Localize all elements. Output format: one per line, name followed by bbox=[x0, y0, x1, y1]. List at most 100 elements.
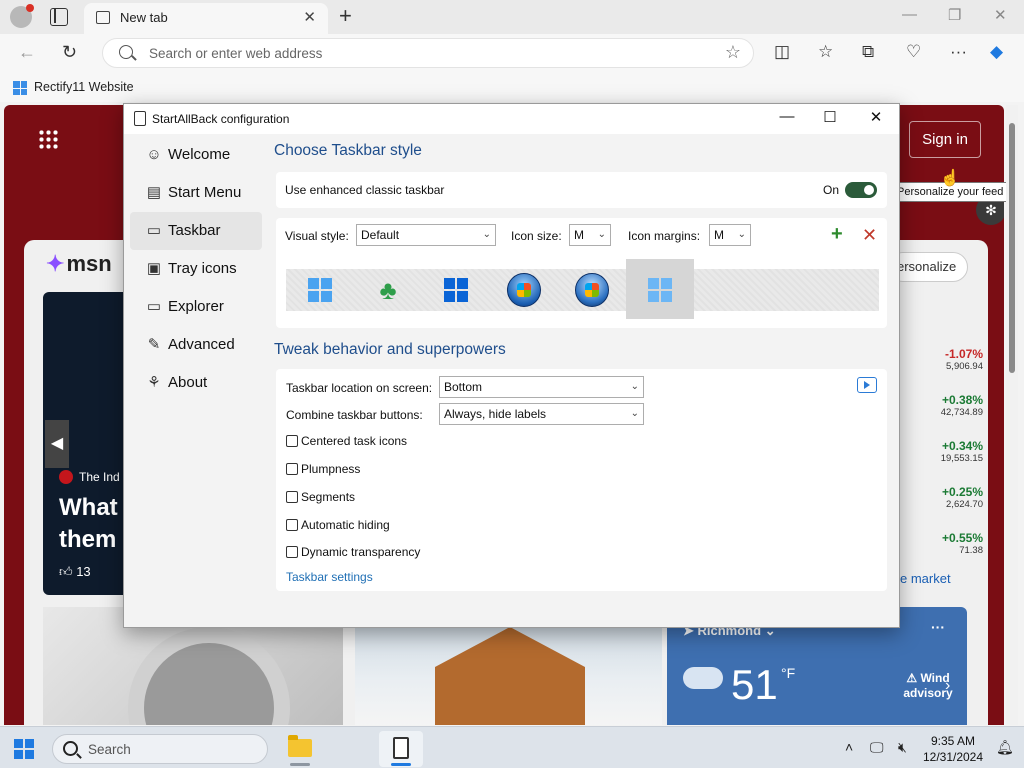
tweak-panel: Taskbar location on screen: Bottom ⌄ Comb… bbox=[276, 369, 887, 591]
market-row[interactable]: +0.38% 42,734.89 bbox=[899, 393, 983, 418]
collections-icon[interactable]: ⧉ bbox=[862, 42, 874, 62]
favorites-icon[interactable]: ☆ bbox=[818, 42, 833, 62]
favorite-star-icon[interactable]: ☆ bbox=[725, 42, 741, 63]
copilot-icon[interactable]: ◆ bbox=[990, 42, 1003, 62]
nav-item-welcome[interactable]: ☺ Welcome bbox=[130, 136, 262, 174]
icon-size-label: Icon size: bbox=[511, 229, 562, 243]
browser-essentials-icon[interactable]: ♡ bbox=[906, 42, 921, 62]
icon-margins-select[interactable]: M ⌄ bbox=[709, 224, 751, 246]
close-window-icon[interactable]: ✕ bbox=[994, 6, 1007, 24]
see-market-link[interactable]: e market bbox=[900, 571, 951, 586]
auto-hide-checkbox[interactable] bbox=[286, 519, 298, 531]
startallback-taskbar-button[interactable] bbox=[379, 731, 423, 767]
dynamic-transparency-checkbox[interactable] bbox=[286, 546, 298, 558]
visual-style-select[interactable]: Default ⌄ bbox=[356, 224, 496, 246]
nav-item-explorer[interactable]: ▭ Explorer bbox=[130, 288, 262, 326]
windows-7-orb-style[interactable] bbox=[490, 269, 558, 311]
msn-logo-text: msn bbox=[66, 251, 112, 276]
sign-in-button[interactable]: Sign in bbox=[909, 121, 981, 158]
dialog-titlebar[interactable]: StartAllBack configuration — ☐ ✕ bbox=[124, 104, 899, 134]
checkbox-label[interactable]: Plumpness bbox=[301, 462, 360, 476]
icon-size-select[interactable]: M ⌄ bbox=[569, 224, 611, 246]
clock-time: 9:35 AM bbox=[930, 734, 976, 748]
msn-logo[interactable]: ✦msn bbox=[46, 251, 112, 277]
weather-alert[interactable]: ⚠ Wind advisory bbox=[889, 671, 967, 701]
combine-select[interactable]: Always, hide labels ⌄ bbox=[439, 403, 644, 425]
centered-icons-checkbox[interactable] bbox=[286, 435, 298, 447]
dialog-close-icon[interactable]: ✕ bbox=[861, 108, 891, 126]
tab-close-icon[interactable]: ✕ bbox=[303, 8, 316, 26]
story-source-label: The Ind bbox=[79, 470, 120, 484]
windows-10-logo-icon bbox=[308, 278, 332, 302]
dialog-title: StartAllBack configuration bbox=[152, 112, 290, 126]
tab-actions-icon[interactable] bbox=[50, 8, 68, 26]
network-icon[interactable]: 🖵 bbox=[870, 739, 884, 756]
new-tab-button[interactable]: + bbox=[339, 3, 352, 29]
address-bar[interactable]: Search or enter web address ☆ bbox=[102, 38, 754, 68]
chevron-up-icon[interactable]: ˄ bbox=[845, 739, 853, 755]
weather-temperature: 51 bbox=[731, 661, 778, 708]
settings-nav: ☺ Welcome ▤ Start Menu ▭ Taskbar ▣ Tray icon… bbox=[130, 136, 262, 402]
nav-item-tray-icons[interactable]: ▣ Tray icons bbox=[130, 250, 262, 288]
start-button[interactable] bbox=[14, 739, 34, 759]
file-explorer-taskbar-button[interactable] bbox=[278, 731, 322, 767]
previous-arrow-icon[interactable]: ◀ bbox=[45, 420, 69, 468]
add-style-icon[interactable]: + bbox=[831, 223, 843, 246]
checkbox-label[interactable]: Dynamic transparency bbox=[301, 545, 420, 559]
nav-item-taskbar[interactable]: ▭ Taskbar bbox=[130, 212, 262, 250]
more-menu-icon[interactable]: ··· bbox=[950, 42, 967, 62]
clover-style[interactable]: ♣ bbox=[354, 269, 422, 311]
market-row[interactable]: +0.25% 2,624.70 bbox=[899, 485, 983, 510]
windows-10-style[interactable] bbox=[286, 269, 354, 311]
volume-mute-icon[interactable]: 🔇︎ bbox=[898, 739, 907, 756]
taskbar-style-strip: ♣ bbox=[286, 259, 879, 319]
nav-item-about[interactable]: ⚘ About bbox=[130, 364, 262, 402]
active-indicator bbox=[391, 763, 411, 766]
refresh-icon[interactable]: ↻ bbox=[62, 42, 77, 63]
nav-item-advanced[interactable]: ✎ Advanced bbox=[130, 326, 262, 364]
address-placeholder: Search or enter web address bbox=[149, 46, 323, 61]
tweak-heading: Tweak behavior and superpowers bbox=[274, 341, 506, 358]
enhanced-taskbar-label: Use enhanced classic taskbar bbox=[285, 183, 445, 197]
dialog-minimize-icon[interactable]: — bbox=[772, 108, 802, 125]
icon-size-value: M bbox=[574, 228, 584, 242]
segments-checkbox[interactable] bbox=[286, 491, 298, 503]
browser-tab[interactable]: New tab ✕ bbox=[84, 3, 328, 34]
market-value: 2,624.70 bbox=[946, 499, 983, 510]
back-icon[interactable]: ← bbox=[18, 42, 36, 63]
market-row[interactable]: -1.07% 5,906.94 bbox=[899, 347, 983, 372]
clover-icon: ♣ bbox=[379, 275, 397, 305]
browser-toolbar: ← ↻ Search or enter web address ☆ ◫ ☆ ⧉ … bbox=[0, 34, 1024, 72]
dialog-maximize-icon[interactable]: ☐ bbox=[815, 108, 845, 126]
checkbox-label[interactable]: Segments bbox=[301, 490, 355, 504]
plumpness-checkbox[interactable] bbox=[286, 463, 298, 475]
app-launcher-icon[interactable] bbox=[38, 129, 58, 149]
windows-11-blue-style[interactable] bbox=[422, 269, 490, 311]
checkbox-label[interactable]: Automatic hiding bbox=[301, 518, 390, 532]
page-scrollbar[interactable] bbox=[1006, 105, 1018, 725]
restore-icon[interactable]: ❐ bbox=[948, 6, 961, 24]
taskbar-search-box[interactable]: Search bbox=[52, 734, 268, 764]
notifications-icon[interactable]: 🔔︎ bbox=[996, 739, 1014, 756]
remove-style-icon[interactable]: ✕ bbox=[862, 225, 877, 246]
checkbox-label[interactable]: Centered task icons bbox=[301, 434, 407, 448]
minimize-icon[interactable]: — bbox=[902, 6, 917, 23]
weather-more-icon[interactable]: ··· bbox=[931, 619, 945, 635]
enhanced-taskbar-toggle[interactable] bbox=[845, 182, 877, 198]
scrollbar-thumb[interactable] bbox=[1009, 123, 1015, 373]
nav-item-start-menu[interactable]: ▤ Start Menu bbox=[130, 174, 262, 212]
favorite-link[interactable]: Rectify11 Website bbox=[34, 80, 134, 94]
taskbar-clock[interactable]: 9:35 AM 12/31/2024 bbox=[920, 733, 986, 765]
startallback-app-icon bbox=[393, 737, 409, 759]
market-row[interactable]: +0.55% 71.38 bbox=[899, 531, 983, 556]
location-select[interactable]: Bottom ⌄ bbox=[439, 376, 644, 398]
taskbar-settings-link[interactable]: Taskbar settings bbox=[286, 570, 373, 584]
split-screen-icon[interactable]: ◫ bbox=[774, 42, 790, 62]
profile-avatar[interactable] bbox=[10, 4, 34, 28]
personalize-button[interactable]: ersonalize bbox=[888, 252, 968, 282]
windows-vista-orb-style[interactable] bbox=[558, 269, 626, 311]
video-tutorial-icon[interactable] bbox=[857, 377, 877, 393]
windows-11-style[interactable] bbox=[626, 259, 694, 319]
story-likes[interactable]: 👍︎ 13 bbox=[59, 564, 91, 580]
market-row[interactable]: +0.34% 19,553.15 bbox=[899, 439, 983, 464]
